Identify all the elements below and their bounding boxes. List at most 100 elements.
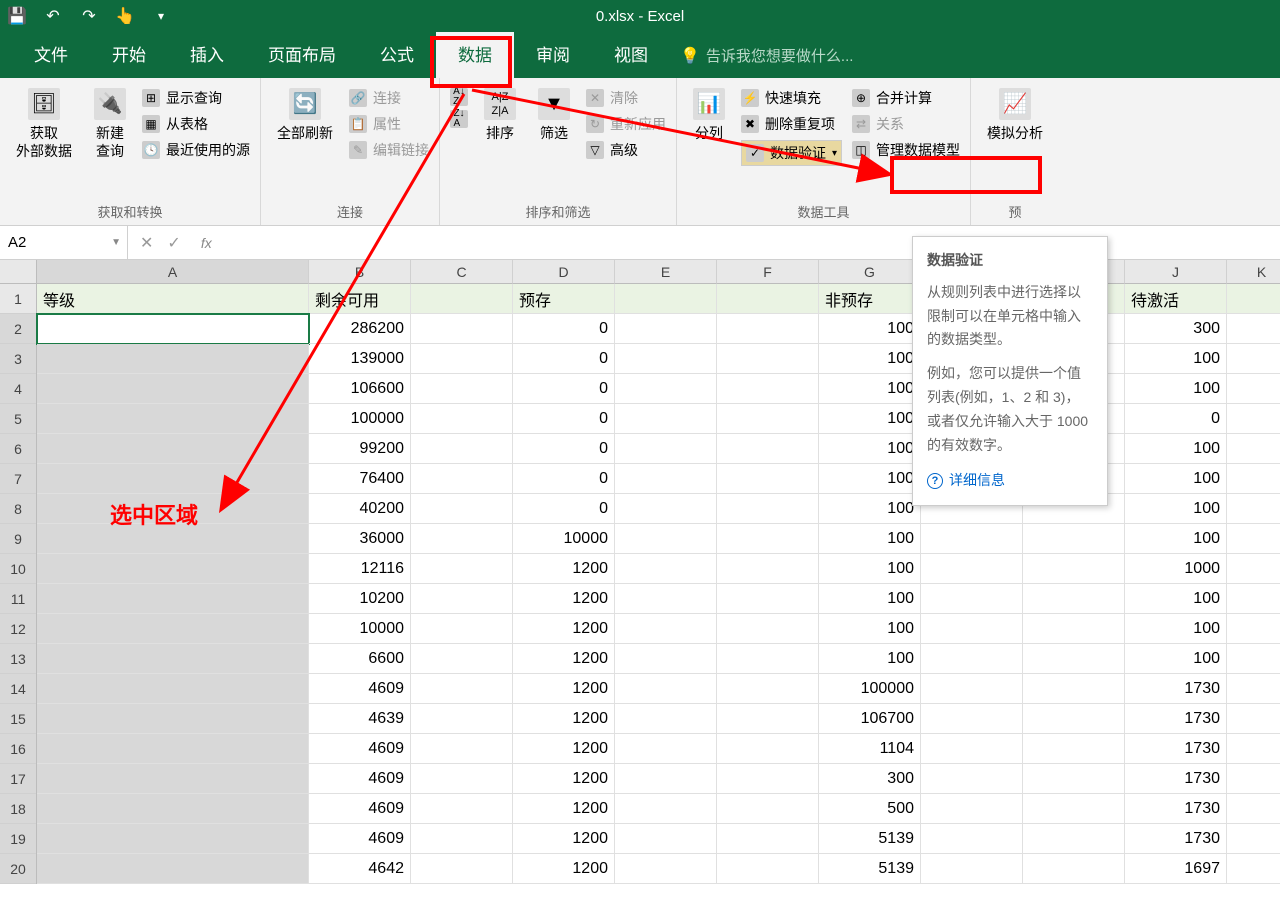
cell[interactable] — [615, 314, 717, 344]
from-table-button[interactable]: ▦从表格 — [142, 114, 250, 134]
row-header[interactable]: 14 — [0, 674, 36, 704]
sort-button[interactable]: A|ZZ|A 排序 — [478, 84, 522, 146]
cell[interactable]: 40200 — [309, 494, 411, 524]
cell[interactable] — [615, 524, 717, 554]
tab-review[interactable]: 审阅 — [514, 31, 592, 78]
cell[interactable] — [411, 704, 513, 734]
cell[interactable]: 5139 — [819, 824, 921, 854]
cell[interactable] — [37, 494, 309, 524]
consolidate-button[interactable]: ⊕合并计算 — [852, 88, 960, 108]
header-cell[interactable]: 等级 — [37, 284, 309, 314]
column-header[interactable]: D — [513, 260, 615, 284]
tab-view[interactable]: 视图 — [592, 31, 670, 78]
cell[interactable] — [717, 704, 819, 734]
cell[interactable] — [717, 524, 819, 554]
cell[interactable] — [717, 764, 819, 794]
cell[interactable] — [1227, 524, 1280, 554]
row-header[interactable]: 17 — [0, 764, 36, 794]
select-all-corner[interactable] — [0, 260, 36, 284]
row-header[interactable]: 4 — [0, 374, 36, 404]
cell[interactable]: 106600 — [309, 374, 411, 404]
tab-layout[interactable]: 页面布局 — [246, 31, 358, 78]
show-queries-button[interactable]: ⊞显示查询 — [142, 88, 250, 108]
cell[interactable] — [37, 704, 309, 734]
remove-duplicates-button[interactable]: ✖删除重复项 — [741, 114, 842, 134]
cell[interactable] — [717, 434, 819, 464]
cell[interactable] — [615, 404, 717, 434]
cell[interactable] — [1023, 734, 1125, 764]
advanced-filter-button[interactable]: ▽高级 — [586, 140, 666, 160]
cell[interactable] — [615, 674, 717, 704]
row-header[interactable]: 7 — [0, 464, 36, 494]
cell[interactable]: 100 — [1125, 464, 1227, 494]
cell[interactable] — [921, 704, 1023, 734]
cell[interactable] — [411, 854, 513, 884]
cell[interactable]: 100 — [1125, 584, 1227, 614]
cell[interactable]: 100 — [819, 374, 921, 404]
enter-icon[interactable]: ✓ — [167, 233, 180, 253]
cell[interactable] — [1023, 674, 1125, 704]
cell[interactable]: 0 — [513, 464, 615, 494]
text-to-columns-button[interactable]: 📊 分列 — [687, 84, 731, 146]
tell-me[interactable]: 💡 告诉我您想要做什么... — [680, 45, 853, 78]
cell[interactable] — [1023, 644, 1125, 674]
cell[interactable] — [1023, 824, 1125, 854]
cell[interactable] — [615, 794, 717, 824]
cell[interactable] — [411, 584, 513, 614]
cell[interactable] — [37, 764, 309, 794]
cell[interactable]: 1200 — [513, 644, 615, 674]
cell[interactable]: 100 — [1125, 374, 1227, 404]
cell[interactable] — [1227, 704, 1280, 734]
cell[interactable]: 106700 — [819, 704, 921, 734]
column-header[interactable]: K — [1227, 260, 1280, 284]
cell[interactable] — [717, 464, 819, 494]
cell[interactable] — [921, 644, 1023, 674]
cell[interactable] — [615, 854, 717, 884]
cell[interactable] — [411, 404, 513, 434]
cell[interactable] — [1227, 644, 1280, 674]
cell[interactable] — [1227, 674, 1280, 704]
cell[interactable]: 1104 — [819, 734, 921, 764]
row-header[interactable]: 13 — [0, 644, 36, 674]
get-external-data-button[interactable]: 🗄 获取 外部数据 — [10, 84, 78, 164]
cell[interactable] — [615, 824, 717, 854]
relationships-button[interactable]: ⇄关系 — [852, 114, 960, 134]
cell[interactable]: 1697 — [1125, 854, 1227, 884]
tab-formulas[interactable]: 公式 — [358, 31, 436, 78]
cell[interactable] — [615, 764, 717, 794]
cell[interactable] — [1227, 314, 1280, 344]
cell[interactable] — [1023, 704, 1125, 734]
cell[interactable]: 1200 — [513, 854, 615, 884]
cell[interactable]: 500 — [819, 794, 921, 824]
cell[interactable]: 100000 — [819, 674, 921, 704]
cell[interactable] — [1227, 584, 1280, 614]
cell[interactable] — [37, 674, 309, 704]
cell[interactable] — [921, 524, 1023, 554]
cell[interactable]: 100 — [1125, 434, 1227, 464]
cell[interactable] — [717, 554, 819, 584]
header-cell[interactable]: 非预存 — [819, 284, 921, 314]
cell[interactable] — [411, 794, 513, 824]
cell[interactable] — [37, 854, 309, 884]
touch-mode-icon[interactable]: 👆 — [116, 7, 134, 25]
fx-icon[interactable]: fx — [193, 235, 220, 251]
cell[interactable] — [717, 614, 819, 644]
cell[interactable] — [717, 584, 819, 614]
cell[interactable]: 0 — [513, 374, 615, 404]
header-cell[interactable] — [717, 284, 819, 314]
tab-home[interactable]: 开始 — [90, 31, 168, 78]
cell[interactable]: 100 — [819, 614, 921, 644]
cell[interactable]: 4642 — [309, 854, 411, 884]
cell[interactable]: 4609 — [309, 764, 411, 794]
cell[interactable]: 100 — [819, 554, 921, 584]
cell[interactable] — [921, 794, 1023, 824]
row-header[interactable]: 18 — [0, 794, 36, 824]
cell[interactable] — [1227, 464, 1280, 494]
row-header[interactable]: 11 — [0, 584, 36, 614]
cell[interactable]: 36000 — [309, 524, 411, 554]
flash-fill-button[interactable]: ⚡快速填充 — [741, 88, 842, 108]
formula-input[interactable] — [220, 226, 1280, 259]
cell[interactable] — [615, 614, 717, 644]
cell[interactable] — [717, 734, 819, 764]
cell[interactable] — [921, 824, 1023, 854]
